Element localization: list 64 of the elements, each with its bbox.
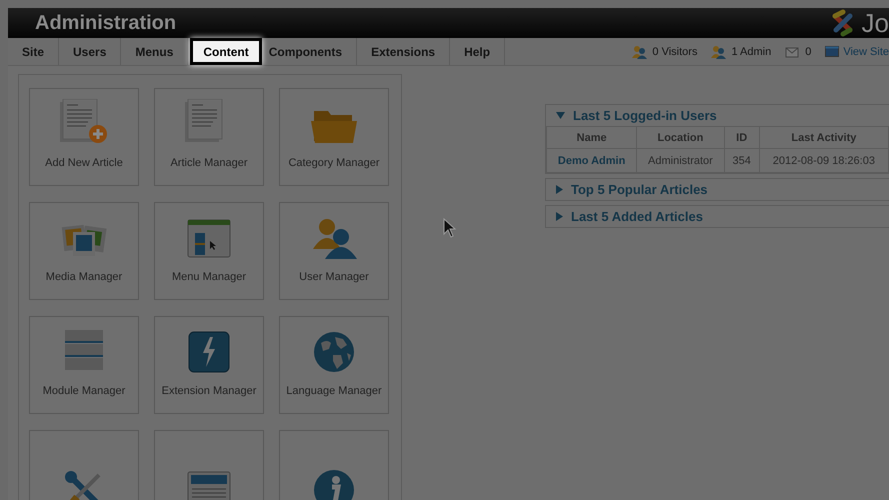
view-site-link[interactable]: View Site (843, 46, 889, 58)
tile-label: Language Manager (286, 385, 382, 397)
mouse-cursor-icon (443, 218, 457, 239)
logo-text: Jo (862, 8, 889, 38)
caret-right-icon (556, 212, 563, 221)
quick-icon-tile[interactable] (279, 430, 389, 500)
tile-label: Menu Manager (172, 271, 246, 283)
panel-title: Top 5 Popular Articles (571, 182, 708, 197)
quick-icon-tile[interactable] (154, 430, 264, 500)
panel-header[interactable]: Last 5 Added Articles (546, 206, 889, 227)
quick-icon-tile[interactable]: Language Manager (279, 316, 389, 414)
quick-icon-tile[interactable]: User Manager (279, 202, 389, 300)
globe-icon (313, 331, 355, 373)
table-cell: 2012-08-09 18:26:03 (759, 148, 888, 172)
quick-icon-tile[interactable] (29, 430, 139, 500)
document-plus-icon (58, 99, 110, 145)
caret-down-icon (556, 112, 565, 119)
users-icon (311, 217, 357, 259)
panel-title: Last 5 Added Articles (571, 209, 703, 224)
column-header: ID (724, 126, 760, 148)
quick-icon-tile[interactable]: Add New Article (29, 88, 139, 186)
quick-icon-tile[interactable]: Module Manager (29, 316, 139, 414)
info-icon (313, 469, 355, 500)
stacked-bars-icon (64, 329, 104, 373)
status-text: 0 Visitors (652, 46, 698, 58)
menu-item[interactable]: Content (190, 38, 262, 65)
quick-icon-tile[interactable]: Category Manager (279, 88, 389, 186)
menu-item[interactable]: Menus (121, 38, 188, 65)
caret-right-icon (556, 185, 563, 194)
page-layout-icon (187, 471, 231, 500)
menu-item[interactable]: Components (254, 38, 358, 65)
tile-label: Extension Manager (162, 385, 256, 397)
window-icon (825, 46, 840, 57)
menu-item[interactable]: Extensions (357, 38, 450, 65)
quick-icon-tile[interactable]: Article Manager (154, 88, 264, 186)
quick-icon-tile[interactable]: Menu Manager (154, 202, 264, 300)
tile-label: User Manager (299, 271, 369, 283)
column-header: Name (546, 126, 637, 148)
tile-label: Category Manager (288, 157, 380, 169)
panel-header[interactable]: Last 5 Logged-in Users (546, 105, 889, 126)
lightning-icon (188, 331, 230, 373)
tile-label: Add New Article (45, 157, 123, 169)
envelope-icon (785, 45, 802, 58)
browser-window-icon (187, 219, 231, 259)
tile-label: Module Manager (42, 385, 126, 397)
tile-label: Article Manager (170, 157, 248, 169)
menu-item[interactable]: Site (8, 38, 60, 65)
quick-icon-tile[interactable]: Extension Manager (154, 316, 264, 414)
column-header: Location (636, 126, 724, 148)
users-icon (711, 44, 728, 58)
table-cell: 354 (724, 148, 760, 172)
user-name-link[interactable]: Demo Admin (546, 148, 637, 172)
window-title: Administration (35, 12, 176, 34)
status-text: 0 (805, 46, 812, 58)
panel-header[interactable]: Top 5 Popular Articles (546, 179, 889, 200)
menu-item[interactable]: Help (450, 38, 506, 65)
status-text: 1 Admin (731, 46, 772, 58)
quick-icon-tile[interactable]: Media Manager (29, 202, 139, 300)
users-icon (632, 44, 648, 58)
tile-label: Media Manager (46, 271, 122, 283)
table-cell: Administrator (636, 148, 724, 172)
menu-item[interactable]: Users (59, 38, 122, 65)
column-header: Last Activity (759, 126, 888, 148)
panel-title: Last 5 Logged-in Users (573, 108, 717, 123)
